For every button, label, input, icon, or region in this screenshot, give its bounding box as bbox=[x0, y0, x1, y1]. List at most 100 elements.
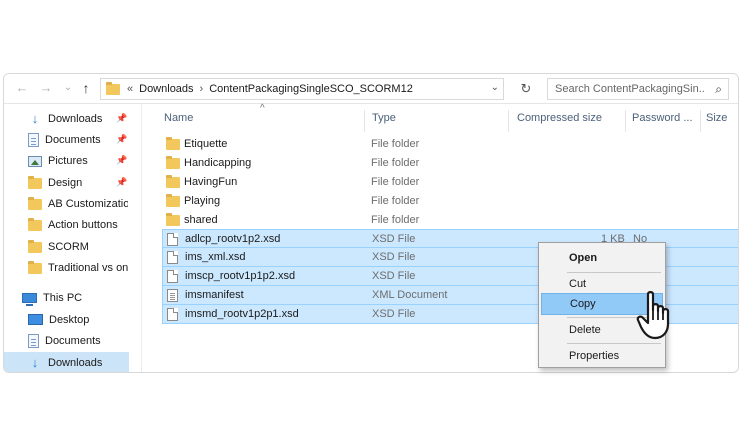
column-header-size[interactable]: Size bbox=[706, 112, 727, 130]
file-type: XSD File bbox=[372, 232, 416, 245]
menu-item-open[interactable]: Open bbox=[541, 247, 663, 269]
pin-icon: 📌 bbox=[116, 113, 128, 123]
nav-item-documents-pinned[interactable]: Documents 📌 bbox=[28, 129, 156, 150]
file-type: XSD File bbox=[372, 308, 416, 320]
xsd-file-icon bbox=[167, 308, 178, 321]
xsd-file-icon bbox=[167, 270, 178, 283]
nav-item-label: SCORM bbox=[48, 240, 89, 253]
xml-document-icon bbox=[167, 289, 178, 302]
file-row[interactable]: shared File folder bbox=[162, 210, 738, 229]
breadcrumb-item-current[interactable]: ContentPackagingSingleSCO_SCORM12 bbox=[209, 83, 413, 95]
folder-icon bbox=[28, 197, 42, 210]
file-row[interactable]: HavingFun File folder bbox=[162, 172, 738, 191]
back-arrow-icon[interactable]: ← bbox=[14, 80, 30, 96]
breadcrumb-item-downloads[interactable]: Downloads bbox=[139, 83, 193, 95]
hand-pointer-cursor-icon bbox=[636, 291, 670, 340]
sort-ascending-icon: ^ bbox=[260, 103, 265, 114]
file-name: adlcp_rootv1p2.xsd bbox=[185, 232, 281, 245]
nav-item-label: This PC bbox=[43, 291, 83, 304]
folder-icon bbox=[28, 218, 42, 231]
file-name: Handicapping bbox=[184, 156, 252, 169]
file-type: File folder bbox=[371, 213, 420, 226]
file-name: Playing bbox=[184, 194, 221, 207]
folder-icon bbox=[166, 156, 180, 169]
file-name: imsmd_rootv1p2p1.xsd bbox=[185, 308, 299, 320]
folder-icon bbox=[28, 240, 42, 253]
download-arrow-icon: ↓ bbox=[31, 354, 39, 370]
nav-item-traditional-vs-online[interactable]: Traditional vs online bbox=[28, 257, 156, 278]
recent-locations-chevron-icon[interactable]: ⌄ bbox=[60, 80, 76, 96]
xsd-file-icon bbox=[167, 233, 178, 246]
nav-item-downloads-pinned[interactable]: ↓ Downloads 📌 bbox=[28, 108, 156, 129]
forward-arrow-icon[interactable]: → bbox=[38, 80, 54, 96]
column-divider[interactable] bbox=[625, 110, 626, 132]
file-type: File folder bbox=[371, 137, 420, 150]
nav-item-desktop[interactable]: Desktop bbox=[28, 309, 156, 330]
column-divider[interactable] bbox=[508, 110, 509, 132]
download-arrow-icon: ↓ bbox=[31, 110, 39, 126]
nav-item-label: Traditional vs online bbox=[48, 261, 128, 274]
folder-icon bbox=[28, 176, 42, 189]
column-header-label: Name bbox=[164, 112, 194, 124]
folder-icon bbox=[28, 261, 42, 274]
breadcrumb-overflow[interactable]: « bbox=[127, 83, 133, 95]
pin-icon: 📌 bbox=[116, 177, 128, 187]
desktop-icon bbox=[28, 314, 43, 325]
pin-icon: 📌 bbox=[116, 155, 128, 165]
file-row[interactable]: Handicapping File folder bbox=[162, 153, 738, 172]
folder-icon bbox=[166, 137, 180, 150]
pin-icon: 📌 bbox=[116, 134, 128, 144]
menu-item-properties[interactable]: Properties bbox=[541, 345, 663, 367]
column-header-name[interactable]: Name bbox=[164, 112, 193, 130]
nav-item-this-pc[interactable]: This PC bbox=[22, 287, 150, 308]
nav-item-scorm[interactable]: SCORM bbox=[28, 236, 156, 257]
address-toolbar: ← → ⌄ ↑ « Downloads › ContentPackagingSi… bbox=[4, 74, 738, 104]
file-type: File folder bbox=[371, 175, 420, 188]
nav-item-design[interactable]: Design 📌 bbox=[28, 172, 156, 193]
navigation-pane: ↓ Downloads 📌 Documents 📌 Pictures 📌 Des… bbox=[4, 104, 142, 372]
file-type: File folder bbox=[371, 156, 420, 169]
search-box[interactable]: Search ContentPackagingSin... ⌕ bbox=[547, 78, 729, 100]
nav-item-action-buttons[interactable]: Action buttons bbox=[28, 214, 156, 235]
file-name: imscp_rootv1p1p2.xsd bbox=[185, 270, 296, 282]
column-header-type[interactable]: Type bbox=[372, 112, 396, 130]
file-type: XSD File bbox=[372, 270, 416, 282]
search-placeholder[interactable]: Search ContentPackagingSin... bbox=[555, 83, 705, 95]
nav-item-pictures[interactable]: Pictures 📌 bbox=[28, 150, 156, 171]
folder-icon bbox=[106, 81, 120, 95]
xsd-file-icon bbox=[167, 251, 178, 264]
folder-icon bbox=[166, 175, 180, 188]
search-icon[interactable]: ⌕ bbox=[715, 82, 722, 97]
up-arrow-icon[interactable]: ↑ bbox=[78, 80, 94, 96]
nav-item-ab-customization[interactable]: AB Customization bbox=[28, 193, 156, 214]
picture-icon bbox=[28, 156, 42, 167]
file-type: File folder bbox=[371, 194, 420, 207]
column-header-password[interactable]: Password ... bbox=[632, 112, 693, 130]
file-row[interactable]: Etiquette File folder bbox=[162, 134, 738, 153]
column-header-compressed-size[interactable]: Compressed size bbox=[517, 112, 602, 130]
breadcrumb-separator-icon[interactable]: › bbox=[200, 83, 204, 95]
file-name: imsmanifest bbox=[185, 289, 244, 301]
column-divider[interactable] bbox=[364, 110, 365, 132]
nav-item-documents[interactable]: Documents bbox=[28, 330, 156, 351]
nav-item-label: Downloads bbox=[48, 356, 103, 369]
menu-separator bbox=[567, 343, 661, 344]
address-dropdown-chevron-icon[interactable]: ⌄ bbox=[491, 82, 499, 93]
nav-item-downloads-selected[interactable]: ↓ Downloads bbox=[4, 352, 129, 372]
document-icon bbox=[28, 333, 39, 348]
column-divider[interactable] bbox=[700, 110, 701, 132]
file-name: shared bbox=[184, 213, 218, 226]
file-row[interactable]: Playing File folder bbox=[162, 191, 738, 210]
file-type: XSD File bbox=[372, 251, 416, 263]
address-bar[interactable]: « Downloads › ContentPackagingSingleSCO_… bbox=[100, 78, 504, 100]
nav-item-label: Documents bbox=[45, 334, 101, 347]
computer-icon bbox=[22, 292, 37, 306]
file-type: XML Document bbox=[372, 289, 448, 301]
document-icon bbox=[28, 132, 39, 147]
refresh-icon[interactable]: ↻ bbox=[516, 80, 536, 98]
file-name: Etiquette bbox=[184, 137, 228, 150]
nav-item-label: Documents bbox=[45, 133, 101, 146]
folder-icon bbox=[166, 194, 180, 207]
file-name: ims_xml.xsd bbox=[185, 251, 246, 263]
nav-item-label: Desktop bbox=[49, 313, 90, 326]
